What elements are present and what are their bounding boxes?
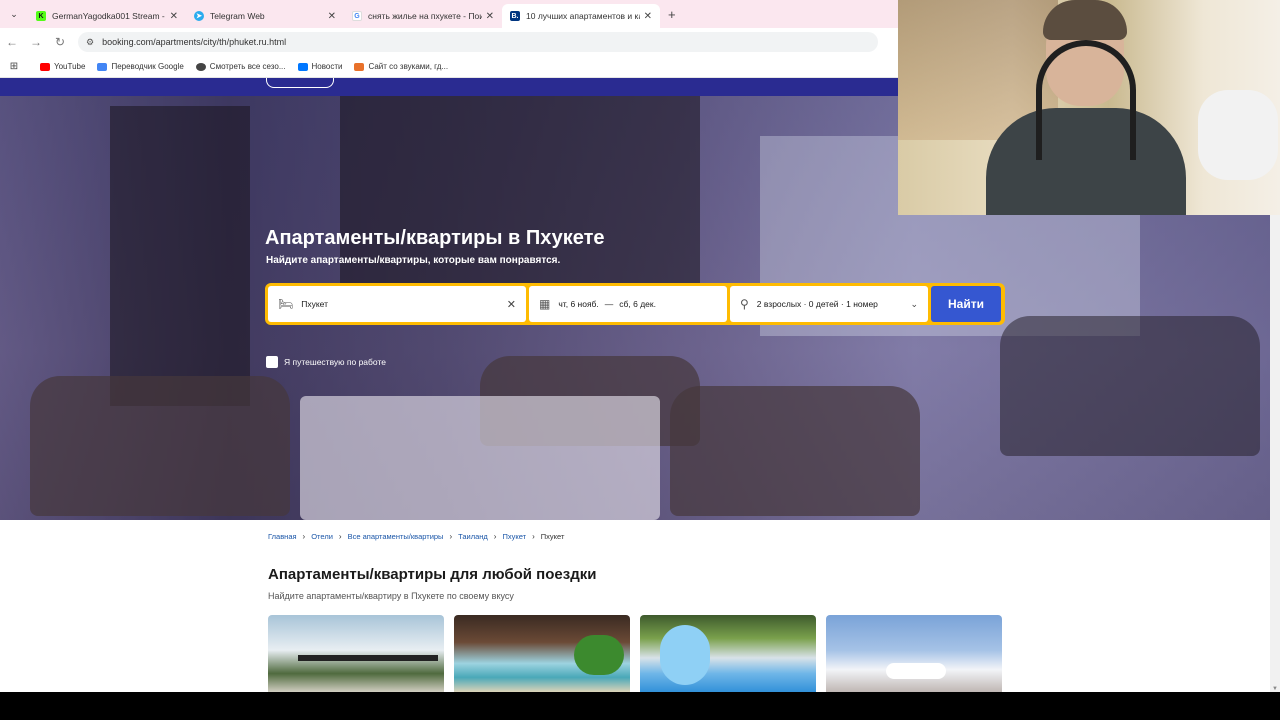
- url-text: booking.com/apartments/city/th/phuket.ru…: [102, 37, 287, 47]
- browser-tab-active[interactable]: B. 10 лучших апартаментов и ка ✕: [502, 4, 660, 28]
- breadcrumb-link-hotels[interactable]: Отели: [311, 532, 333, 541]
- breadcrumb-link-phuket[interactable]: Пхукет: [502, 532, 526, 541]
- site-info-icon[interactable]: ⚙: [86, 37, 94, 48]
- new-tab-plus-icon[interactable]: +: [668, 7, 676, 22]
- person-icon: ⚲: [740, 297, 749, 311]
- bookmark-watch-seasons[interactable]: Смотреть все сезо...: [195, 62, 286, 71]
- close-tab-icon[interactable]: ✕: [170, 11, 178, 22]
- hero-table-image: [300, 396, 660, 520]
- bed-icon: 🛏︎: [278, 297, 294, 311]
- business-travel-label: Я путешествую по работе: [284, 357, 386, 367]
- bookmark-site-icon: [195, 62, 206, 71]
- address-bar[interactable]: ⚙ booking.com/apartments/city/th/phuket.…: [78, 32, 878, 52]
- guests-value: 2 взрослых · 0 детей · 1 номер: [756, 299, 878, 309]
- checkout-date: сб, 6 дек.: [619, 299, 656, 309]
- bookmark-news[interactable]: Новости: [297, 62, 343, 71]
- apps-grid-icon[interactable]: ⊞: [0, 61, 28, 72]
- tab-title: 10 лучших апартаментов и ка: [526, 11, 640, 21]
- calendar-icon: ▦: [539, 297, 551, 311]
- telegram-favicon-icon: ➤: [194, 11, 204, 21]
- bookmark-google-translate[interactable]: Переводчик Google: [97, 62, 184, 71]
- browser-tab[interactable]: G снять жилье на пхукете - Пои ✕: [344, 4, 502, 28]
- translate-icon: [97, 62, 108, 71]
- bookmark-sounds-site[interactable]: Сайт со звуками, гд...: [354, 62, 448, 71]
- date-separator: —: [604, 299, 614, 309]
- destination-value: Пхукет: [301, 299, 328, 309]
- page-scrollbar[interactable]: ▼: [1270, 140, 1280, 692]
- apartment-card-image[interactable]: [454, 615, 630, 692]
- chevron-right-icon: ›: [338, 532, 342, 541]
- cloud-image: [886, 663, 946, 679]
- browser-tab[interactable]: ➤ Telegram Web ✕: [186, 4, 344, 28]
- chevron-right-icon: ›: [532, 532, 535, 541]
- section-title: Апартаменты/квартиры для любой поездки: [268, 566, 597, 583]
- chevron-right-icon: ›: [302, 532, 306, 541]
- bookmark-youtube[interactable]: YouTube: [40, 62, 85, 71]
- bookmark-label: Новости: [311, 62, 343, 71]
- header-button-outline[interactable]: [266, 78, 334, 88]
- close-tab-icon[interactable]: ✕: [328, 11, 336, 22]
- kick-favicon-icon: K: [36, 11, 46, 21]
- vk-icon: [297, 62, 308, 71]
- hero-subtitle: Найдите апартаменты/квартиры, которые ва…: [266, 255, 561, 266]
- guests-field[interactable]: ⚲ 2 взрослых · 0 детей · 1 номер ⌄: [730, 286, 928, 322]
- hero-bookshelf-image: [110, 106, 250, 406]
- bookmark-label: Сайт со звуками, гд...: [368, 62, 449, 71]
- webcam-plush-toy: [1198, 90, 1278, 180]
- tab-title: снять жилье на пхукете - Пои: [368, 11, 482, 21]
- bookmark-label: Смотреть все сезо...: [209, 62, 286, 71]
- video-bottom-bar: [0, 692, 1280, 720]
- bookmark-label: YouTube: [54, 62, 86, 71]
- bookmark-label: Переводчик Google: [111, 62, 184, 71]
- browser-tab[interactable]: K GermanYagodka001 Stream - W ✕: [28, 4, 186, 28]
- breadcrumb-link-home[interactable]: Главная: [268, 532, 297, 541]
- breadcrumb-link-apartments[interactable]: Все апартаменты/квартиры: [348, 532, 444, 541]
- close-tab-icon[interactable]: ✕: [486, 11, 494, 22]
- chevron-right-icon: ›: [449, 532, 453, 541]
- breadcrumb: Главная › Отели › Все апартаменты/кварти…: [268, 532, 564, 541]
- search-button[interactable]: Найти: [931, 286, 1001, 322]
- clear-destination-icon[interactable]: ✕: [507, 298, 516, 311]
- breadcrumb-link-thailand[interactable]: Таиланд: [458, 532, 488, 541]
- float-image: [660, 625, 710, 685]
- tab-title: Telegram Web: [210, 11, 265, 21]
- booking-favicon-icon: B.: [510, 11, 520, 21]
- tab-title: GermanYagodka001 Stream - W: [52, 11, 166, 21]
- webcam-person-hair: [1043, 0, 1127, 40]
- dates-field[interactable]: ▦ чт, 6 нояб. — сб, 6 дек.: [529, 286, 727, 322]
- google-favicon-icon: G: [352, 11, 362, 21]
- destination-field[interactable]: 🛏︎ Пхукет ✕: [268, 286, 526, 322]
- business-travel-option[interactable]: Я путешествую по работе: [266, 356, 386, 368]
- webcam-overlay: [898, 0, 1280, 215]
- close-tab-icon[interactable]: ✕: [644, 11, 652, 22]
- sounds-site-icon: [354, 62, 365, 71]
- webcam-headphones: [1036, 40, 1136, 160]
- chevron-right-icon: ›: [493, 532, 497, 541]
- breadcrumb-current: Пхукет: [540, 532, 565, 541]
- forward-arrow-icon[interactable]: →: [24, 35, 48, 49]
- business-travel-checkbox[interactable]: [266, 356, 278, 368]
- apartment-card-image[interactable]: [640, 615, 816, 692]
- apartment-card-image[interactable]: [826, 615, 1002, 692]
- hero-bookshelf-image: [340, 96, 700, 306]
- youtube-icon: [40, 62, 50, 71]
- hero-sofa-image: [30, 376, 290, 516]
- hero-sofa-image: [1000, 316, 1260, 456]
- apartment-card-image[interactable]: [268, 615, 444, 692]
- section-subtitle: Найдите апартаменты/квартиру в Пхукете п…: [268, 591, 514, 601]
- hero-title: Апартаменты/квартиры в Пхукете: [265, 227, 605, 249]
- reload-icon[interactable]: ↻: [48, 35, 72, 49]
- tab-search-chevron-icon[interactable]: ⌄: [0, 0, 28, 28]
- chevron-down-icon[interactable]: ⌄: [910, 299, 918, 310]
- hero-chair-image: [670, 386, 920, 516]
- palm-image: [574, 635, 624, 675]
- railing-image: [298, 655, 438, 661]
- search-box: 🛏︎ Пхукет ✕ ▦ чт, 6 нояб. — сб, 6 дек. ⚲…: [265, 283, 1005, 325]
- checkin-date: чт, 6 нояб.: [558, 299, 599, 309]
- back-arrow-icon[interactable]: ←: [0, 35, 24, 49]
